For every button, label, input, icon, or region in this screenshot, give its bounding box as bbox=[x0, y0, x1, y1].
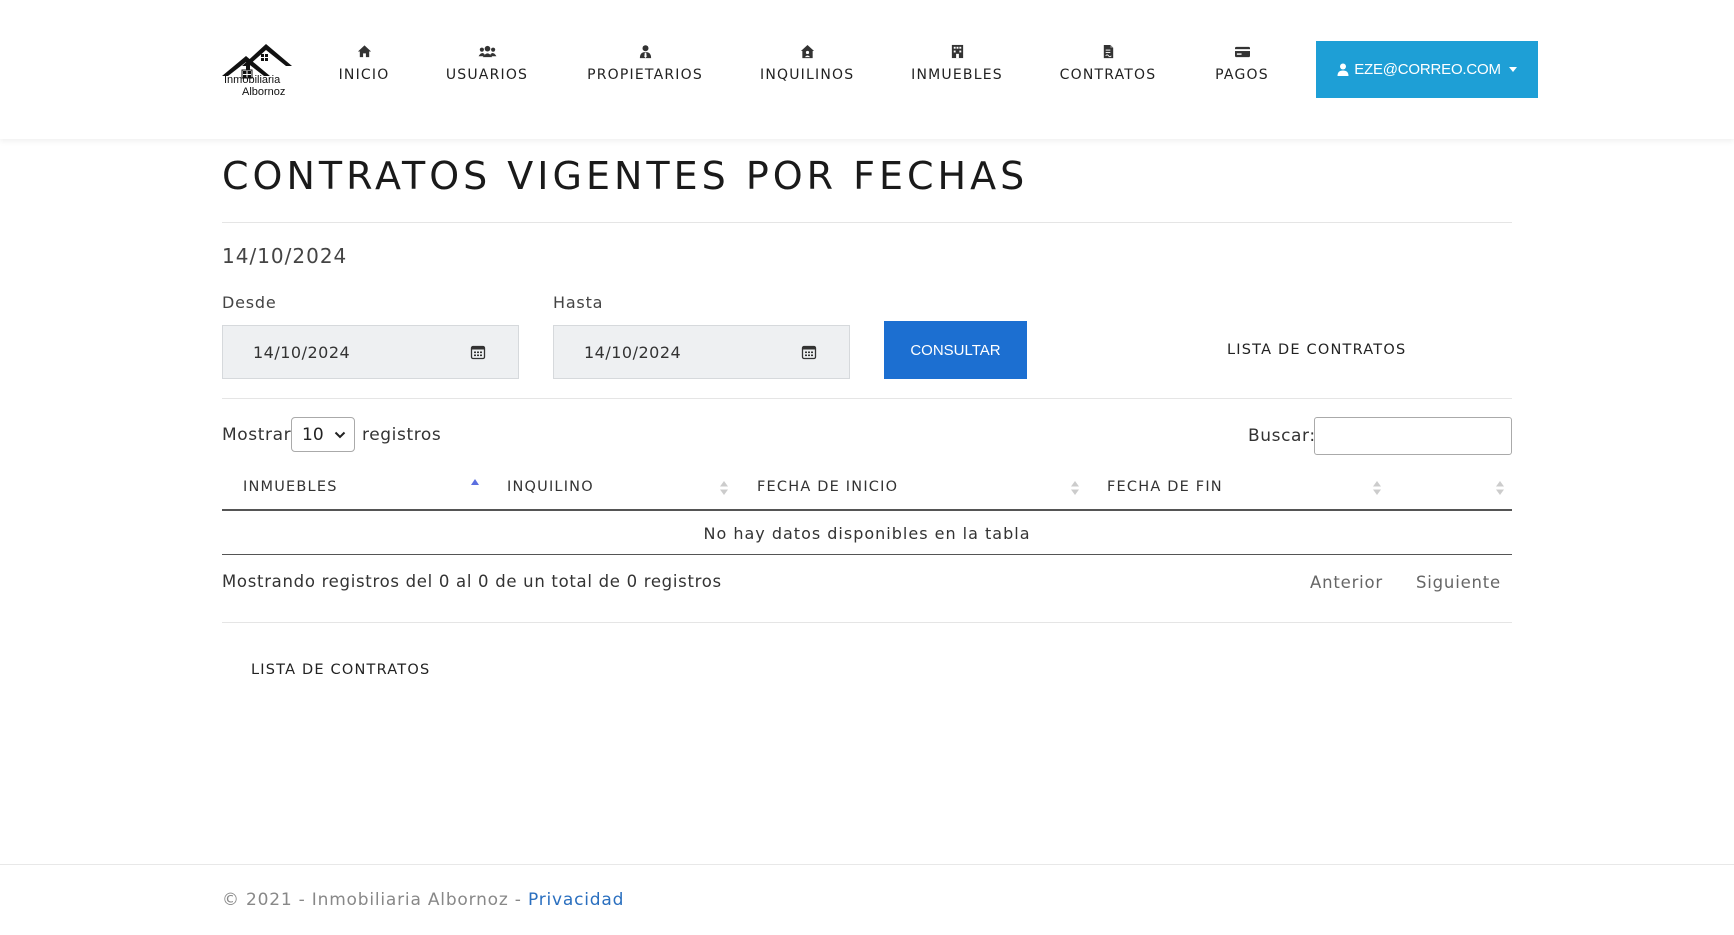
caret-down-icon bbox=[1508, 67, 1517, 72]
current-date: 14/10/2024 bbox=[222, 244, 348, 268]
desde-date-value: 14/10/2024 bbox=[253, 342, 351, 362]
column-header-inquilino[interactable]: INQUILINO bbox=[507, 479, 594, 495]
table-empty-row: No hay datos disponibles en la tabla bbox=[703, 524, 1031, 543]
brand-line-2: Albornoz bbox=[242, 86, 286, 98]
pagination-next[interactable]: Siguiente bbox=[1416, 573, 1501, 592]
nav-contratos[interactable]: CONTRATOS bbox=[1059, 44, 1157, 96]
page-length-value: 10 bbox=[302, 424, 324, 445]
sort-asc-icon bbox=[471, 479, 479, 485]
consultar-button[interactable]: CONSULTAR bbox=[884, 321, 1027, 379]
desde-label: Desde bbox=[222, 293, 277, 312]
nav-usuarios-label: USUARIOS bbox=[445, 67, 529, 83]
nav-usuarios[interactable]: USUARIOS bbox=[444, 44, 530, 96]
desde-date-input[interactable]: 14/10/2024 bbox=[222, 325, 519, 379]
sort-both-icon bbox=[1373, 481, 1381, 495]
nav-inmuebles-label: INMUEBLES bbox=[911, 67, 1003, 83]
search-label: Buscar: bbox=[1248, 426, 1316, 446]
user-email: EZE@CORREO.COM bbox=[1354, 61, 1501, 78]
table-header-border bbox=[222, 509, 1512, 511]
hasta-label: Hasta bbox=[553, 293, 604, 312]
title-divider bbox=[222, 222, 1512, 223]
nav-contratos-label: CONTRATOS bbox=[1059, 67, 1157, 83]
user-tie-icon bbox=[585, 44, 705, 66]
page-length-select[interactable]: 10 bbox=[291, 417, 355, 452]
footer-copyright: © 2021 - Inmobiliaria Albornoz - bbox=[222, 890, 528, 910]
privacy-link[interactable]: Privacidad bbox=[528, 890, 624, 910]
nav-inquilinos[interactable]: INQUILINOS bbox=[760, 44, 854, 96]
home-icon bbox=[336, 44, 392, 66]
hasta-date-input[interactable]: 14/10/2024 bbox=[553, 325, 850, 379]
column-header-inmuebles[interactable]: INMUEBLES bbox=[243, 479, 338, 495]
nav-inmuebles[interactable]: INMUEBLES bbox=[911, 44, 1003, 96]
calendar-icon[interactable] bbox=[801, 344, 817, 360]
credit-card-icon bbox=[1213, 44, 1271, 66]
lista-contratos-bottom-link[interactable]: LISTA DE CONTRATOS bbox=[251, 662, 430, 678]
hasta-date-value: 14/10/2024 bbox=[584, 342, 682, 362]
sort-both-icon bbox=[720, 481, 728, 495]
nav-propietarios[interactable]: PROPIETARIOS bbox=[585, 44, 705, 96]
chevron-down-icon bbox=[334, 431, 346, 439]
user-menu-button[interactable]: EZE@CORREO.COM bbox=[1316, 41, 1538, 98]
column-header-fecha-fin[interactable]: FECHA DE FIN bbox=[1107, 479, 1223, 495]
brand-line-1: Inmobiliaria bbox=[224, 74, 281, 86]
footer-divider bbox=[0, 864, 1734, 865]
table-info: Mostrando registros del 0 al 0 de un tot… bbox=[222, 572, 722, 591]
nav-inicio[interactable]: INICIO bbox=[336, 44, 392, 96]
nav-inicio-label: INICIO bbox=[338, 67, 390, 83]
file-contract-icon bbox=[1059, 44, 1157, 66]
calendar-icon[interactable] bbox=[470, 344, 486, 360]
show-entries-prefix: Mostrar bbox=[222, 425, 292, 445]
footer: © 2021 - Inmobiliaria Albornoz - Privaci… bbox=[222, 890, 624, 910]
table-divider bbox=[222, 622, 1512, 623]
sort-both-icon bbox=[1496, 481, 1504, 495]
nav-pagos-label: PAGOS bbox=[1215, 67, 1269, 83]
pagination-previous[interactable]: Anterior bbox=[1310, 573, 1383, 592]
show-entries-suffix: registros bbox=[362, 425, 442, 445]
sort-both-icon bbox=[1071, 481, 1079, 495]
table-bottom-border bbox=[222, 554, 1512, 555]
filters-divider bbox=[222, 398, 1512, 399]
column-header-fecha-inicio[interactable]: FECHA DE INICIO bbox=[757, 479, 898, 495]
users-icon bbox=[444, 44, 530, 66]
navbar: Inmobiliaria Albornoz INICIO USUARIOS PR… bbox=[0, 0, 1734, 139]
nav-pagos[interactable]: PAGOS bbox=[1213, 44, 1271, 96]
search-input[interactable] bbox=[1314, 417, 1512, 455]
nav-inquilinos-label: INQUILINOS bbox=[760, 67, 855, 83]
lista-contratos-link[interactable]: LISTA DE CONTRATOS bbox=[1227, 342, 1406, 358]
building-icon bbox=[911, 44, 1003, 66]
page-title: CONTRATOS VIGENTES POR FECHAS bbox=[222, 154, 1029, 198]
nav-propietarios-label: PROPIETARIOS bbox=[587, 67, 703, 83]
user-icon bbox=[1337, 63, 1349, 76]
house-user-icon bbox=[760, 44, 854, 66]
